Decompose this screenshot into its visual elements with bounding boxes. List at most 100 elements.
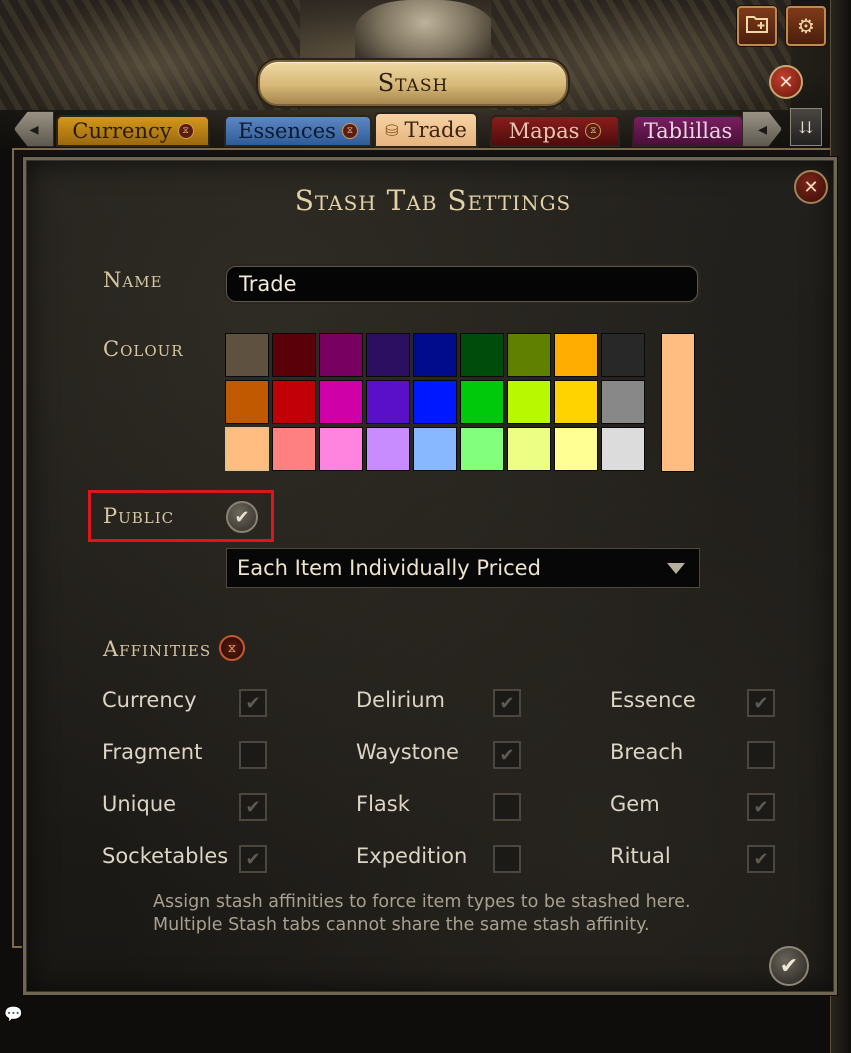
affinity-checkbox[interactable] (239, 741, 267, 769)
check-icon: ✔ (499, 744, 515, 766)
affinity-label: Ritual (610, 844, 671, 868)
colour-swatch[interactable] (601, 333, 645, 377)
colour-swatch[interactable] (272, 427, 316, 471)
colour-swatch[interactable] (460, 380, 504, 424)
help-line: Multiple Stash tabs cannot share the sam… (153, 915, 650, 935)
affinity-checkbox[interactable]: ✔ (747, 689, 775, 717)
tab-list-button[interactable]: ⇊ (790, 108, 822, 146)
header-ornament-left (0, 0, 300, 110)
tab-label: Mapas (508, 119, 580, 143)
colour-swatch[interactable] (554, 380, 598, 424)
affinity-icon: ⧖ (177, 123, 194, 139)
selected-colour-preview (661, 333, 695, 472)
tab-trade[interactable]: ⛁ Trade (374, 112, 478, 148)
tab-tablillas[interactable]: Tablillas (632, 115, 744, 147)
chat-icon[interactable]: 💬 (4, 1005, 24, 1023)
colour-swatch[interactable] (601, 380, 645, 424)
colour-label: Colour (103, 337, 184, 361)
dropdown-arrow-icon (667, 563, 685, 574)
check-icon: ✔ (753, 796, 769, 818)
colour-swatch[interactable] (507, 380, 551, 424)
colour-swatch[interactable] (366, 427, 410, 471)
tab-label: Currency (72, 119, 172, 143)
check-icon: ✔ (753, 848, 769, 870)
colour-swatch[interactable] (413, 427, 457, 471)
affinity-label: Flask (356, 792, 410, 816)
affinity-icon: ⧖ (219, 635, 245, 661)
affinity-label: Socketables (102, 844, 229, 868)
coins-icon: ⛁ (385, 120, 399, 140)
colour-swatch[interactable] (460, 427, 504, 471)
stash-tab-settings-dialog: Stash Tab Settings ✕ Name Colour Public … (23, 157, 837, 995)
affinity-checkbox[interactable]: ✔ (493, 741, 521, 769)
colour-swatch[interactable] (272, 380, 316, 424)
tab-mapas[interactable]: Mapas ⧖ (490, 115, 620, 147)
colour-swatch[interactable] (507, 427, 551, 471)
colour-swatch-grid (225, 333, 653, 471)
help-line: Assign stash affinities to force item ty… (153, 892, 691, 912)
settings-button[interactable]: ⚙ (786, 6, 826, 46)
affinity-checkbox[interactable] (493, 845, 521, 873)
affinity-checkbox[interactable]: ✔ (239, 793, 267, 821)
tab-currency[interactable]: Currency ⧖ (56, 115, 210, 147)
check-icon: ✔ (499, 692, 515, 714)
colour-swatch[interactable] (225, 427, 269, 471)
affinity-icon: ⧖ (341, 123, 358, 139)
check-icon: ✔ (779, 953, 799, 979)
affinity-icon: ⧖ (585, 123, 602, 139)
tab-label: Trade (404, 118, 467, 142)
colour-swatch[interactable] (413, 333, 457, 377)
colour-swatch[interactable] (225, 380, 269, 424)
pricing-dropdown[interactable]: Each Item Individually Priced (226, 548, 700, 588)
affinity-help-text: Assign stash affinities to force item ty… (153, 891, 753, 937)
pricing-value: Each Item Individually Priced (237, 556, 541, 580)
colour-swatch[interactable] (366, 333, 410, 377)
affinity-label: Fragment (102, 740, 203, 764)
affinity-checkbox[interactable]: ✔ (239, 845, 267, 873)
colour-swatch[interactable] (366, 380, 410, 424)
affinity-label: Currency (102, 688, 197, 712)
add-stash-tab-button[interactable] (737, 6, 777, 46)
colour-swatch[interactable] (319, 427, 363, 471)
colour-swatch[interactable] (413, 380, 457, 424)
affinity-checkbox[interactable]: ✔ (493, 689, 521, 717)
affinity-checkbox[interactable] (747, 741, 775, 769)
public-checkbox[interactable]: ✔ (226, 501, 258, 533)
colour-swatch[interactable] (225, 333, 269, 377)
gear-icon: ⚙ (797, 14, 815, 38)
close-dialog-button[interactable]: ✕ (794, 170, 828, 204)
tab-essences[interactable]: Essences ⧖ (224, 115, 372, 147)
colour-swatch[interactable] (460, 333, 504, 377)
close-icon: ✕ (803, 176, 819, 198)
affinity-label: Breach (610, 740, 684, 764)
dialog-title: Stash Tab Settings (294, 184, 572, 217)
confirm-button[interactable]: ✔ (769, 946, 809, 986)
affinity-checkbox[interactable] (493, 793, 521, 821)
affinity-label: Expedition (356, 844, 468, 868)
folder-plus-icon (746, 14, 768, 39)
chevron-right-icon: ◂ (757, 118, 767, 140)
affinity-label: Waystone (356, 740, 459, 764)
colour-swatch[interactable] (319, 380, 363, 424)
tab-name-input[interactable] (226, 266, 698, 302)
stash-title-plaque: Stash (258, 60, 568, 106)
colour-swatch[interactable] (554, 427, 598, 471)
affinity-checkbox[interactable]: ✔ (239, 689, 267, 717)
colour-swatch[interactable] (554, 333, 598, 377)
check-icon: ✔ (245, 796, 261, 818)
close-stash-button[interactable]: ✕ (769, 65, 803, 99)
colour-swatch[interactable] (601, 427, 645, 471)
affinity-label: Delirium (356, 688, 445, 712)
stash-title: Stash (377, 69, 449, 97)
check-icon: ✔ (234, 506, 250, 528)
affinity-checkbox[interactable]: ✔ (747, 793, 775, 821)
public-label: Public (103, 504, 175, 528)
colour-swatch[interactable] (319, 333, 363, 377)
check-icon: ✔ (245, 692, 261, 714)
affinity-checkbox[interactable]: ✔ (747, 845, 775, 873)
affinity-label: Essence (610, 688, 696, 712)
check-icon: ✔ (753, 692, 769, 714)
colour-swatch[interactable] (507, 333, 551, 377)
chevron-left-icon: ◂ (29, 118, 39, 140)
colour-swatch[interactable] (272, 333, 316, 377)
